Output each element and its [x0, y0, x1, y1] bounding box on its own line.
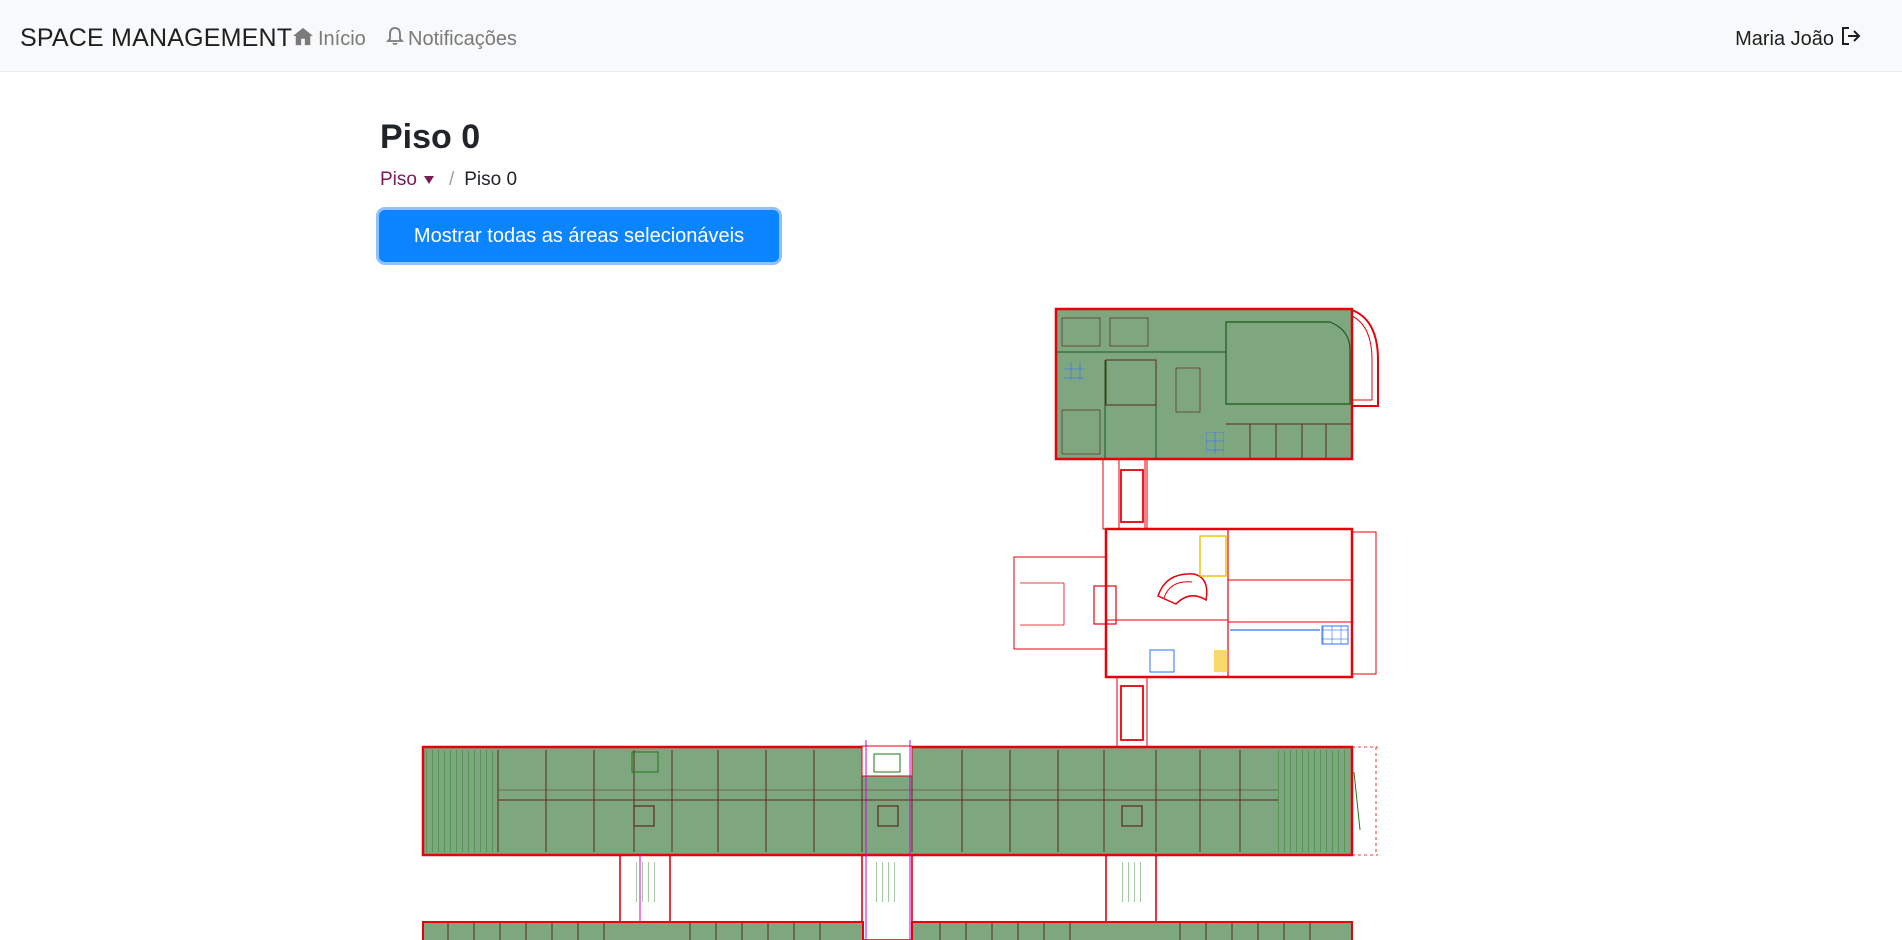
breadcrumb-parent-label: Piso [380, 169, 417, 190]
caret-down-icon [423, 169, 435, 191]
nav-home-link[interactable]: Início [292, 26, 366, 52]
brand-logo[interactable]: SPACE MANAGEMENT [20, 24, 292, 53]
nav-notifications-link[interactable]: Notificações [385, 26, 517, 52]
home-icon [292, 26, 314, 52]
breadcrumb-current: Piso 0 [464, 169, 518, 190]
breadcrumb-separator: / [448, 169, 455, 190]
floor-plan[interactable] [0, 270, 1902, 940]
corridor-middle[interactable] [1116, 676, 1148, 748]
breadcrumb-parent-link[interactable]: Piso [380, 169, 435, 191]
user-name: Maria João [1735, 27, 1834, 50]
building-entrance[interactable] [1013, 527, 1377, 679]
top-navbar: SPACE MANAGEMENT Início Notificações Mar… [0, 0, 1902, 72]
building-north[interactable] [1054, 307, 1379, 461]
nav-home-label: Início [318, 27, 366, 50]
logout-icon[interactable] [1840, 25, 1862, 53]
show-selectable-areas-button[interactable]: Mostrar todas as áreas selecionáveis [379, 210, 779, 262]
breadcrumb: Piso / Piso 0 [380, 169, 517, 191]
corridor-north[interactable] [1102, 458, 1148, 530]
nav-notifications-label: Notificações [408, 27, 517, 50]
page-title: Piso 0 [380, 118, 481, 156]
bell-icon [385, 26, 405, 52]
building-south[interactable] [422, 921, 1353, 940]
building-classrooms[interactable] [421, 745, 1378, 857]
user-menu[interactable]: Maria João [1735, 25, 1862, 53]
